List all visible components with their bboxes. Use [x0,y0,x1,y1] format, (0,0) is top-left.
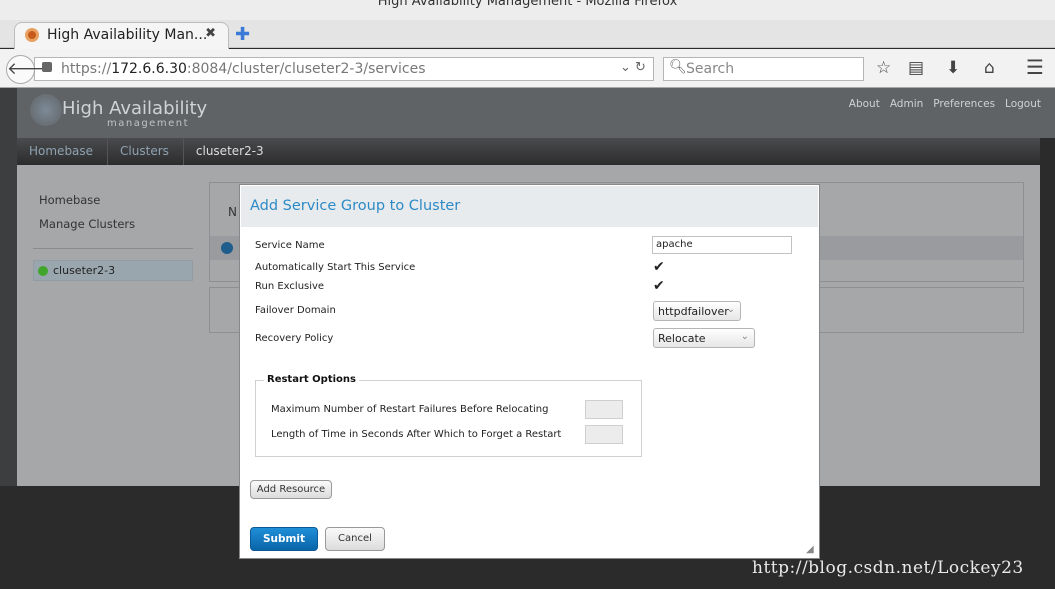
search-input[interactable]: 🔍︎ Search [663,57,864,81]
url-scheme: https:// [61,61,112,77]
search-icon: 🔍︎ [669,59,687,75]
breadcrumb: Homebase Clusters cluseter2-3 [17,138,1040,165]
service-name-label: Service Name [255,240,325,251]
auto-start-checkbox[interactable]: ✔ [653,260,665,274]
admin-link[interactable]: Admin [890,98,923,110]
max-restart-input[interactable] [585,400,623,419]
back-icon[interactable]: 🡐 [6,55,53,84]
recovery-value: Relocate [658,332,706,345]
browser-tab[interactable]: High Availability Man... ✖ [14,22,229,49]
cancel-button[interactable]: Cancel [325,527,385,551]
brand-subtitle: management [107,118,189,129]
search-placeholder: Search [686,61,735,77]
run-exclusive-checkbox[interactable]: ✔ [653,279,665,293]
breadcrumb-current: cluseter2-3 [195,144,264,158]
status-dot-icon [38,266,48,276]
submit-button[interactable]: Submit [250,527,318,551]
close-tab-icon[interactable]: ✖ [205,26,216,41]
dialog-title: Add Service Group to Cluster [250,198,461,214]
bookmark-star-icon[interactable]: ☆ [876,58,891,78]
cluster-label: cluseter2-3 [53,264,116,277]
run-exclusive-label: Run Exclusive [255,281,325,292]
breadcrumb-clusters[interactable]: Clusters [108,138,184,165]
tab-title: High Availability Man... [47,27,208,43]
url-host: 172.6.6.30 [111,61,187,77]
failover-domain-select[interactable]: httpdfailover ⌄ [653,301,741,321]
menu-icon[interactable]: ☰ [1026,55,1044,79]
preferences-link[interactable]: Preferences [933,98,995,110]
max-restart-label: Maximum Number of Restart Failures Befor… [271,404,549,415]
lock-icon [42,62,52,72]
url-path: :8084/cluster/cluseter2-3/services [186,61,426,77]
add-icon [221,242,233,254]
restart-options-legend: Restart Options [264,374,359,385]
home-icon[interactable]: ⌂ [984,58,995,78]
chevron-down-icon: ⌄ [740,331,749,342]
sidebar-divider [33,248,193,249]
new-tab-icon[interactable]: ✚ [235,24,250,45]
top-links: About Admin Preferences Logout [839,98,1041,110]
chevron-down-icon: ⌄ [726,304,735,315]
service-name-input[interactable]: apache [652,236,792,254]
breadcrumb-homebase[interactable]: Homebase [17,138,109,165]
sidebar-item-manage-clusters[interactable]: Manage Clusters [39,217,135,231]
sidebar-item-cluster[interactable]: cluseter2-3 [33,260,193,281]
forget-restart-label: Length of Time in Seconds After Which to… [271,429,562,440]
reload-icon[interactable]: ⌄ ↻ [620,60,646,75]
failover-domain-label: Failover Domain [255,305,336,316]
window-title: High Availability Management - Mozilla F… [0,0,1055,20]
forget-restart-input[interactable] [585,425,623,444]
watermark: http://blog.csdn.net/Lockey23 [752,558,1024,578]
sidebar-item-homebase[interactable]: Homebase [39,193,100,207]
bookmarks-list-icon[interactable]: ▤ [908,58,924,78]
recovery-policy-label: Recovery Policy [255,333,334,344]
download-icon[interactable]: ⬇ [946,58,960,78]
logout-link[interactable]: Logout [1005,98,1041,110]
failover-value: httpdfailover [658,305,729,318]
brand-title: High Availability [62,98,208,119]
background-text: N [228,205,237,219]
restart-options-fieldset [255,380,642,457]
resize-handle-icon[interactable]: ◢ [806,544,814,555]
about-link[interactable]: About [849,98,880,110]
page-edge [0,88,17,486]
favicon-icon [25,28,39,42]
logo-icon [30,94,62,126]
url-bar[interactable]: https://172.6.6.30:8084/cluster/cluseter… [34,57,654,81]
add-resource-button[interactable]: Add Resource [250,480,332,499]
recovery-policy-select[interactable]: Relocate ⌄ [653,328,755,348]
auto-start-label: Automatically Start This Service [255,262,416,273]
